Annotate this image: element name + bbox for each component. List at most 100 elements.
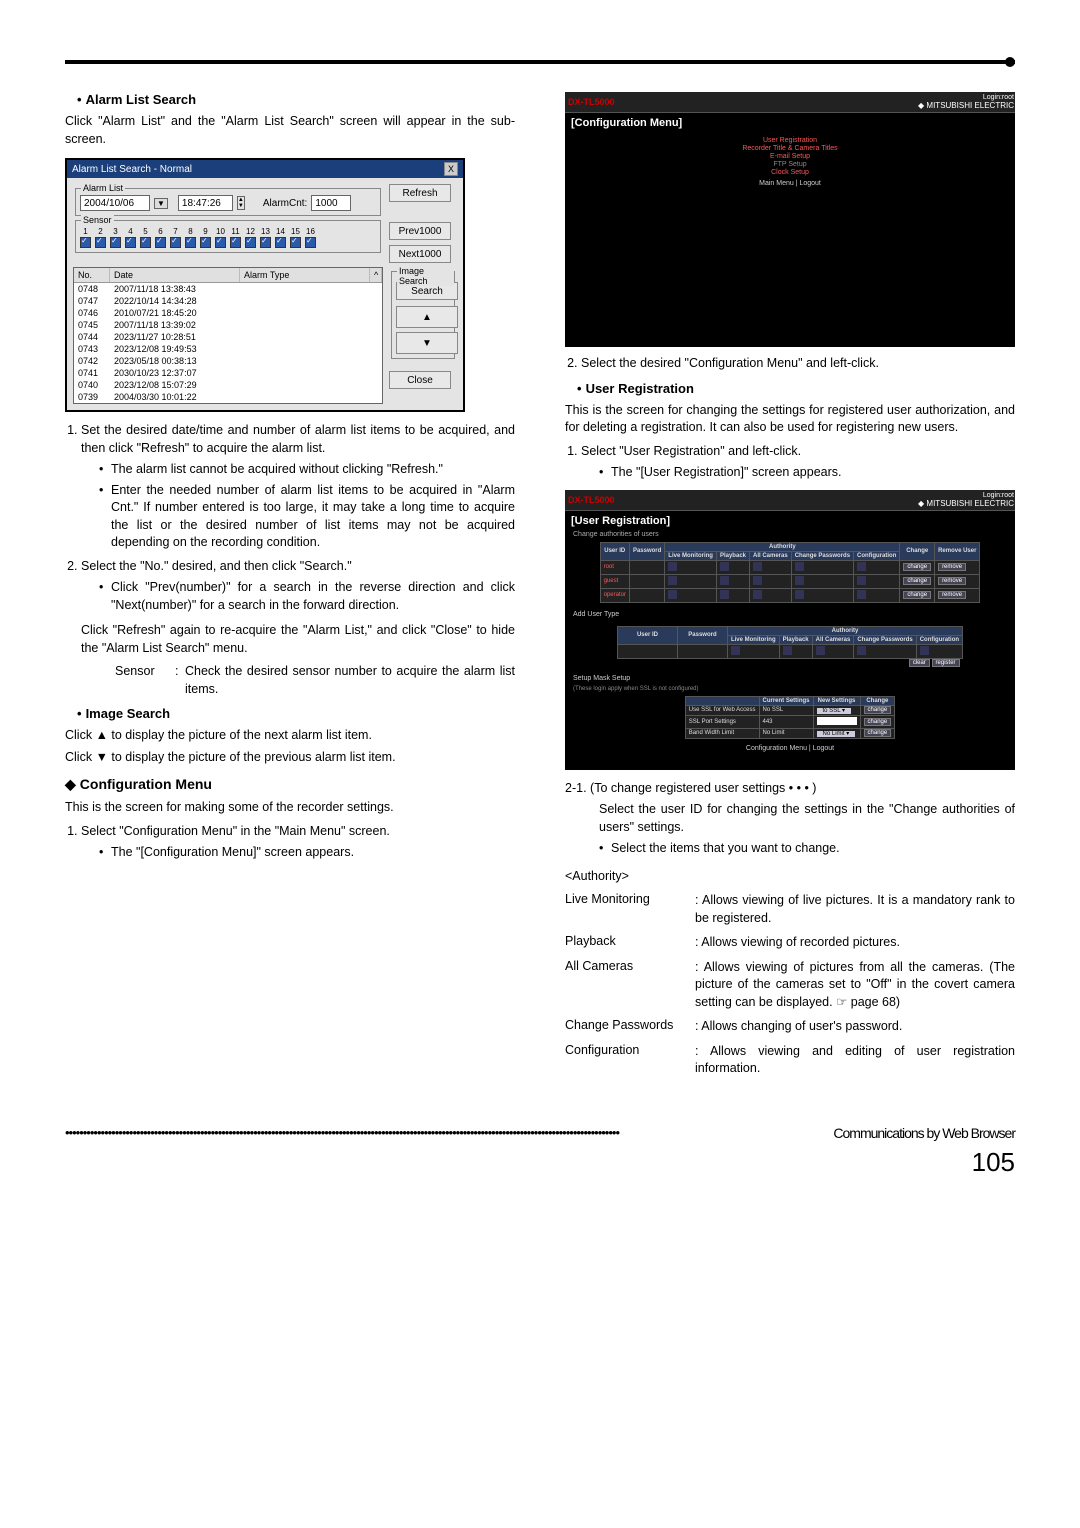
sensor-6-checkbox[interactable] <box>155 237 166 248</box>
ws1-title: [Configuration Menu] <box>565 113 1015 133</box>
auth-allcam-label: All Cameras <box>565 959 695 1012</box>
spin-down-icon[interactable]: ▼ <box>238 203 244 209</box>
list-item[interactable]: 07392004/03/30 10:01:22 <box>74 391 382 403</box>
ws1-link-2[interactable]: E-mail Setup <box>566 153 1014 160</box>
ws1-model: DX-TL5000 <box>566 97 615 107</box>
sensor-2-checkbox[interactable] <box>95 237 106 248</box>
alarmcnt-input[interactable] <box>311 195 351 211</box>
image-prev-button[interactable]: ▲ <box>396 306 458 328</box>
sensor-5-checkbox[interactable] <box>140 237 151 248</box>
dialog-title: Alarm List Search - Normal <box>72 164 192 175</box>
close-icon[interactable]: X <box>444 162 458 176</box>
list-item[interactable]: 07442023/11/27 10:28:51 <box>74 331 382 343</box>
triangle-down-icon: ▼ <box>96 750 108 764</box>
ws2-setup2: (These login apply when SSL is not confi… <box>565 686 1015 692</box>
auth-playback-label: Playback <box>565 934 695 952</box>
screenshot-alarm-dialog: Alarm List Search - Normal X Alarm List … <box>65 158 465 412</box>
page-number: 105 <box>65 1147 1015 1178</box>
auth-playback-value: : Allows viewing of recorded pictures. <box>695 934 1015 952</box>
time-input[interactable] <box>178 195 233 211</box>
conf-step-1: Select "Configuration Menu" in the "Main… <box>81 823 515 862</box>
list-item[interactable]: 07432023/12/08 19:49:53 <box>74 343 382 355</box>
sensor-7-checkbox[interactable] <box>170 237 181 248</box>
sensor-15-checkbox[interactable] <box>290 237 301 248</box>
ws2-auth-table: User IDPasswordAuthorityChangeRemove Use… <box>600 542 981 603</box>
auth-allcam-value: : Allows viewing of pictures from all th… <box>695 959 1015 1012</box>
auth-live-label: Live Monitoring <box>565 892 695 927</box>
sensor-4-checkbox[interactable] <box>125 237 136 248</box>
heading-image-search: Image Search <box>77 706 515 721</box>
para-conf: This is the screen for making some of th… <box>65 799 515 817</box>
ws2-brand: ◆ MITSUBISHI ELECTRIC <box>918 499 1014 508</box>
dropdown-icon[interactable]: ▼ <box>154 198 168 209</box>
heading-alarm-list-search: Alarm List Search <box>77 92 515 107</box>
step-1-bullet-b: Enter the needed number of alarm list it… <box>99 482 515 552</box>
prev-button[interactable]: Prev1000 <box>389 222 451 240</box>
list-item[interactable]: 07472022/10/14 14:34:28 <box>74 295 382 307</box>
ureg-step-1-bullet: The "[User Registration]" screen appears… <box>599 464 1015 482</box>
ureg-step-1: Select "User Registration" and left-clic… <box>581 443 1015 482</box>
refresh-button[interactable]: Refresh <box>389 184 451 202</box>
footer-text: Communications by Web Browser <box>833 1125 1015 1141</box>
para-img-down: Click ▼ to display the picture of the pr… <box>65 749 515 767</box>
para-alarm-intro: Click "Alarm List" and the "Alarm List S… <box>65 113 515 148</box>
step-2-para: Click "Refresh" again to re-acquire the … <box>81 622 515 657</box>
next-button[interactable]: Next1000 <box>389 245 451 263</box>
step-2-1: 2-1. (To change registered user settings… <box>565 780 1015 798</box>
col-no: No. <box>74 268 110 282</box>
heading-user-registration: User Registration <box>577 381 1015 396</box>
scroll-up-icon[interactable]: ^ <box>370 268 382 282</box>
sensor-10-checkbox[interactable] <box>215 237 226 248</box>
sensor-text: Check the desired sensor number to acqui… <box>185 663 515 698</box>
list-item[interactable]: 07402023/12/08 15:07:29 <box>74 379 382 391</box>
legend-sensor: Sensor <box>81 215 114 225</box>
ws2-bottom: Configuration Menu | Logout <box>746 745 834 752</box>
conf-step-1-bullet: The "[Configuration Menu]" screen appear… <box>99 844 515 862</box>
ws1-link-0[interactable]: User Registration <box>566 137 1014 144</box>
footer-dots: ••••••••••••••••••••••••••••••••••••••••… <box>65 1125 829 1140</box>
step-2-1-para: Select the user ID for changing the sett… <box>599 801 1015 836</box>
date-input[interactable] <box>80 195 150 211</box>
sensor-8-checkbox[interactable] <box>185 237 196 248</box>
ws2-login: Login:root <box>918 492 1014 499</box>
list-item[interactable]: 07422023/05/18 00:38:13 <box>74 355 382 367</box>
ws2-sub: Change authorities of users <box>565 531 1015 538</box>
authority-heading: <Authority> <box>565 868 1015 886</box>
sensor-label: Sensor <box>115 663 175 698</box>
sensor-16-checkbox[interactable] <box>305 237 316 248</box>
col-date: Date <box>110 268 240 282</box>
step-2-bullet-a: Click "Prev(number)" for a search in the… <box>99 579 515 614</box>
sensor-9-checkbox[interactable] <box>200 237 211 248</box>
auth-changepw-label: Change Passwords <box>565 1018 695 1036</box>
sensor-1-checkbox[interactable] <box>80 237 91 248</box>
ws1-bottom: Main Menu | Logout <box>759 180 821 187</box>
list-item[interactable]: 07462010/07/21 18:45:20 <box>74 307 382 319</box>
ws2-model: DX-TL5000 <box>566 495 615 505</box>
auth-config-label: Configuration <box>565 1043 695 1078</box>
sensor-12-checkbox[interactable] <box>245 237 256 248</box>
legend-image-search: Image Search <box>397 266 454 286</box>
sensor-3-checkbox[interactable] <box>110 237 121 248</box>
sensor-14-checkbox[interactable] <box>275 237 286 248</box>
ws1-link-1[interactable]: Recorder Title & Camera Titles <box>566 145 1014 152</box>
step-2-1-bullet: Select the items that you want to change… <box>599 840 1015 858</box>
close-button[interactable]: Close <box>389 371 451 389</box>
list-item[interactable]: 07452007/11/18 13:39:02 <box>74 319 382 331</box>
legend-alarm-list: Alarm List <box>81 183 125 193</box>
ws1-link-4[interactable]: Clock Setup <box>566 169 1014 176</box>
para-ureg: This is the screen for changing the sett… <box>565 402 1015 437</box>
alarm-listbox[interactable]: 07482007/11/18 13:38:4307472022/10/14 14… <box>74 283 382 403</box>
ws1-link-3[interactable]: FTP Setup <box>566 161 1014 168</box>
sensor-11-checkbox[interactable] <box>230 237 241 248</box>
image-next-button[interactable]: ▼ <box>396 332 458 354</box>
auth-changepw-value: : Allows changing of user's password. <box>695 1018 1015 1036</box>
ws2-add: Add User Type <box>565 607 1015 622</box>
right-step-2: Select the desired "Configuration Menu" … <box>581 355 1015 373</box>
step-2: Select the "No." desired, and then click… <box>81 558 515 699</box>
sensor-13-checkbox[interactable] <box>260 237 271 248</box>
ws1-brand: ◆ MITSUBISHI ELECTRIC <box>918 101 1014 110</box>
ws2-title: [User Registration] <box>565 511 1015 531</box>
screenshot-config-menu: DX-TL5000 Login:root ◆ MITSUBISHI ELECTR… <box>565 92 1015 347</box>
list-item[interactable]: 07482007/11/18 13:38:43 <box>74 283 382 295</box>
list-item[interactable]: 07412030/10/23 12:37:07 <box>74 367 382 379</box>
